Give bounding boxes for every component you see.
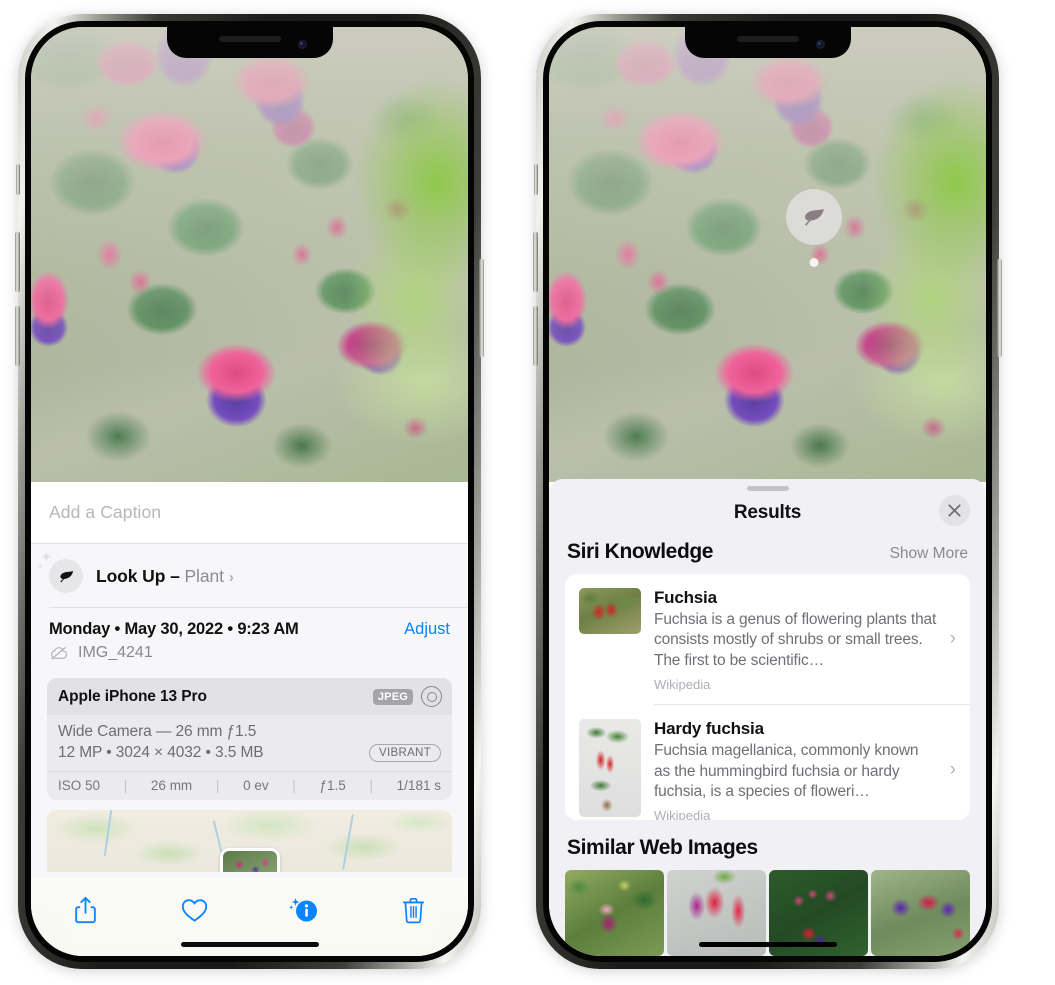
results-title: Results <box>733 501 802 523</box>
notch <box>166 27 333 58</box>
similar-image-thumbnail[interactable] <box>565 870 664 956</box>
exif-ev: 0 ev <box>243 778 269 793</box>
exif-separator: | <box>292 778 296 793</box>
list-item[interactable]: Hardy fuchsia Fuchsia magellanica, commo… <box>565 705 970 820</box>
camera-info-card: Apple iPhone 13 Pro JPEG Wide Camera — 2… <box>47 678 452 800</box>
iphone-left-device: Add a Caption ✦ ✦ Look Up – Plant › Mond… <box>15 14 484 969</box>
favorite-button[interactable] <box>173 890 217 930</box>
look-up-subject: Plant <box>184 565 224 586</box>
close-icon[interactable] <box>939 494 970 526</box>
camera-spec-line: 12 MP • 3024 × 4032 • 3.5 MB <box>58 744 264 761</box>
result-source: Wikipedia <box>654 677 711 693</box>
exif-separator: | <box>215 778 220 793</box>
volume-down-button[interactable] <box>533 306 538 366</box>
chevron-right-icon: › <box>949 627 956 649</box>
adjust-button[interactable]: Adjust <box>404 620 450 639</box>
mute-switch[interactable] <box>534 164 538 195</box>
result-source: Wikipedia <box>654 808 711 820</box>
result-description: Fuchsia is a genus of flowering plants t… <box>654 610 937 669</box>
exif-row: ISO 50 | 26 mm | 0 ev | ƒ1.5 | 1/181 s <box>47 771 452 800</box>
show-more-button[interactable]: Show More <box>890 545 968 563</box>
notch <box>684 27 851 58</box>
volume-up-button[interactable] <box>533 232 538 292</box>
photo-filename: IMG_4241 <box>78 644 153 661</box>
look-up-label: Look Up – Plant › <box>96 566 234 587</box>
similar-web-images-header: Similar Web Images <box>549 820 986 870</box>
lookup-anchor-dot <box>809 258 819 267</box>
exif-iso: ISO 50 <box>58 778 101 793</box>
photo-date: Monday • May 30, 2022 • 9:23 AM <box>49 620 299 638</box>
power-button[interactable] <box>479 259 484 357</box>
map-photo-pin[interactable] <box>219 848 280 872</box>
siri-knowledge-header: Siri Knowledge Show More <box>549 540 986 574</box>
power-button[interactable] <box>997 259 1002 357</box>
leaf-icon: ✦ ✦ <box>37 550 83 593</box>
home-indicator[interactable] <box>698 942 837 947</box>
result-description: Fuchsia magellanica, commonly known as t… <box>654 742 919 800</box>
location-map-thumbnail[interactable] <box>47 810 452 872</box>
result-thumbnail <box>579 719 641 818</box>
photo-metadata: Monday • May 30, 2022 • 9:23 AM Adjust I… <box>31 608 468 671</box>
front-camera-icon <box>297 40 307 49</box>
similar-web-images-title: Similar Web Images <box>567 836 758 859</box>
results-sheet: Results Siri Knowledge Show More Fuchsia… <box>549 479 986 956</box>
format-badge: JPEG <box>372 688 413 705</box>
mute-switch[interactable] <box>16 164 20 195</box>
map-river <box>342 814 354 870</box>
earpiece-speaker <box>218 36 281 42</box>
camera-model: Apple iPhone 13 Pro <box>58 687 207 705</box>
look-up-dash: – <box>170 565 180 586</box>
cloud-slash-icon <box>51 646 67 660</box>
delete-button[interactable] <box>391 890 435 930</box>
iphone-right-device: Results Siri Knowledge Show More Fuchsia… <box>533 14 1002 969</box>
chevron-right-icon: › <box>228 568 234 586</box>
photo-viewer[interactable] <box>31 27 468 482</box>
caption-input[interactable]: Add a Caption <box>31 482 468 543</box>
list-item[interactable]: Fuchsia Fuchsia is a genus of flowering … <box>565 574 970 704</box>
result-title: Fuchsia <box>654 587 717 607</box>
exif-focal: 26 mm <box>150 778 193 793</box>
map-river <box>103 810 113 856</box>
front-camera-icon <box>815 40 825 49</box>
home-indicator[interactable] <box>180 942 319 947</box>
look-up-row[interactable]: ✦ ✦ Look Up – Plant › <box>31 544 468 607</box>
results-header: Results <box>549 491 986 540</box>
exif-shutter: 1/181 s <box>396 778 441 793</box>
look-up-text: Look Up <box>96 565 166 586</box>
visual-lookup-leaf-badge[interactable] <box>786 189 842 267</box>
device-bezel: Add a Caption ✦ ✦ Look Up – Plant › Mond… <box>25 21 474 962</box>
exif-separator: | <box>369 778 373 793</box>
photographic-style-badge: VIBRANT <box>369 744 441 762</box>
camera-lens-line: Wide Camera — 26 mm ƒ1.5 <box>58 723 257 740</box>
info-button[interactable] <box>282 890 326 930</box>
siri-knowledge-card: Fuchsia Fuchsia is a genus of flowering … <box>565 573 970 820</box>
similar-image-thumbnail[interactable] <box>871 870 970 956</box>
result-title: Hardy fuchsia <box>654 719 764 739</box>
right-screen: Results Siri Knowledge Show More Fuchsia… <box>549 27 986 956</box>
earpiece-speaker <box>736 36 799 42</box>
share-button[interactable] <box>64 890 108 930</box>
left-screen: Add a Caption ✦ ✦ Look Up – Plant › Mond… <box>31 27 468 956</box>
volume-up-button[interactable] <box>15 232 20 292</box>
chevron-right-icon: › <box>949 759 956 781</box>
device-bezel: Results Siri Knowledge Show More Fuchsia… <box>543 21 992 962</box>
photo-viewer[interactable] <box>549 27 986 482</box>
exif-aperture: ƒ1.5 <box>319 778 346 793</box>
sparkle-small-icon: ✦ <box>37 562 44 571</box>
result-thumbnail <box>579 587 641 634</box>
volume-down-button[interactable] <box>15 306 20 366</box>
siri-knowledge-title: Siri Knowledge <box>567 539 714 563</box>
exif-separator: | <box>123 778 128 793</box>
raw-ring-icon <box>421 686 442 707</box>
